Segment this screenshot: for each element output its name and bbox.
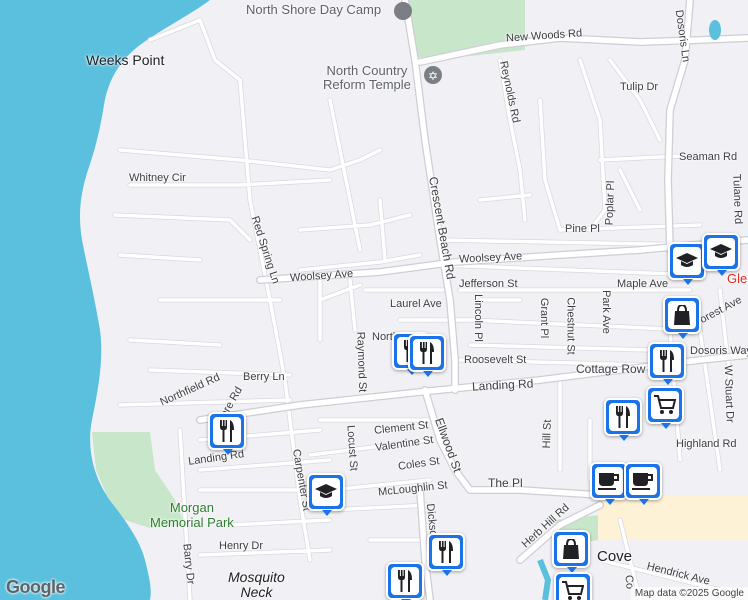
street-w-stuart-dr: W Stuart Dr	[721, 365, 736, 423]
place-glen: Gle	[727, 271, 748, 286]
street-whitney-cir: Whitney Cir	[129, 172, 186, 184]
restaurant-icon[interactable]	[386, 562, 424, 600]
poi-north-shore-day-camp[interactable]: North Shore Day Camp	[246, 3, 381, 17]
shopping-cart-icon[interactable]	[646, 386, 684, 429]
place-weeks-point: Weeks Point	[86, 52, 165, 68]
street-berry-ln: Berry Ln	[243, 371, 285, 383]
water-creek	[537, 558, 552, 600]
street-tulane-rd: Tulane Rd	[730, 173, 745, 225]
street-jefferson-st: Jefferson St	[459, 278, 518, 290]
shopping-cart-icon[interactable]	[554, 572, 592, 600]
street-grant-pl: Grant Pl	[538, 297, 551, 339]
restaurant-icon[interactable]	[604, 398, 642, 441]
camp-poi-dot	[394, 2, 412, 20]
street-pine-pl: Pine Pl	[565, 223, 600, 235]
poi-north-country-reform-temple[interactable]: North Country Reform Temple	[323, 64, 411, 92]
cafe-icon[interactable]	[590, 462, 628, 505]
place-mosquito-neck: Mosquito Neck	[228, 569, 285, 600]
street-tulip-dr: Tulip Dr	[620, 81, 659, 93]
school-icon[interactable]	[668, 242, 706, 285]
restaurant-icon[interactable]	[208, 412, 246, 455]
place-cove: Cove	[597, 548, 633, 565]
school-icon[interactable]	[307, 473, 345, 516]
street-laurel-ave: Laurel Ave	[390, 298, 442, 310]
restaurant-icon[interactable]	[648, 342, 686, 385]
street-cottage-row: Cottage Row	[576, 362, 646, 376]
school-icon[interactable]	[702, 233, 740, 276]
svg-text:✡: ✡	[428, 69, 438, 83]
restaurant-icon[interactable]	[408, 334, 446, 377]
shopping-bag-icon[interactable]	[552, 530, 590, 573]
map-attribution[interactable]: Map data ©2025 Google	[630, 587, 748, 600]
street-hill-st: Hill St	[540, 419, 554, 449]
shopping-bag-icon[interactable]	[663, 296, 701, 339]
cafe-icon[interactable]	[624, 462, 662, 505]
poi-morgan-memorial-park[interactable]: Morgan Memorial Park	[150, 500, 234, 530]
street-highland-rd: Highland Rd	[676, 438, 737, 450]
street-chestnut-st: Chestnut St	[564, 297, 577, 355]
street-lincoln-pl: Lincoln Pl	[471, 294, 484, 342]
street-poplar-pl: Poplar Pl	[603, 180, 618, 226]
street-roosevelt-st: Roosevelt St	[464, 354, 527, 366]
restaurant-icon[interactable]	[427, 533, 465, 576]
street-the-pl: The Pl	[488, 476, 523, 490]
street-seaman-rd: Seaman Rd	[679, 151, 738, 163]
street-dosoris-way: Dosoris Way	[690, 345, 748, 357]
street-raymond-st: Raymond St	[354, 331, 369, 393]
commercial-area	[598, 495, 748, 540]
street-park-ave: Park Ave	[599, 290, 612, 334]
street-maple-ave: Maple Ave	[617, 278, 669, 290]
water-pond	[709, 20, 721, 40]
google-logo: Google	[6, 577, 66, 597]
map-canvas[interactable]: ✡ Weeks Point Mosquito Neck Cove Gle Nor…	[0, 0, 748, 600]
street-henry-dr: Henry Dr	[219, 540, 264, 552]
